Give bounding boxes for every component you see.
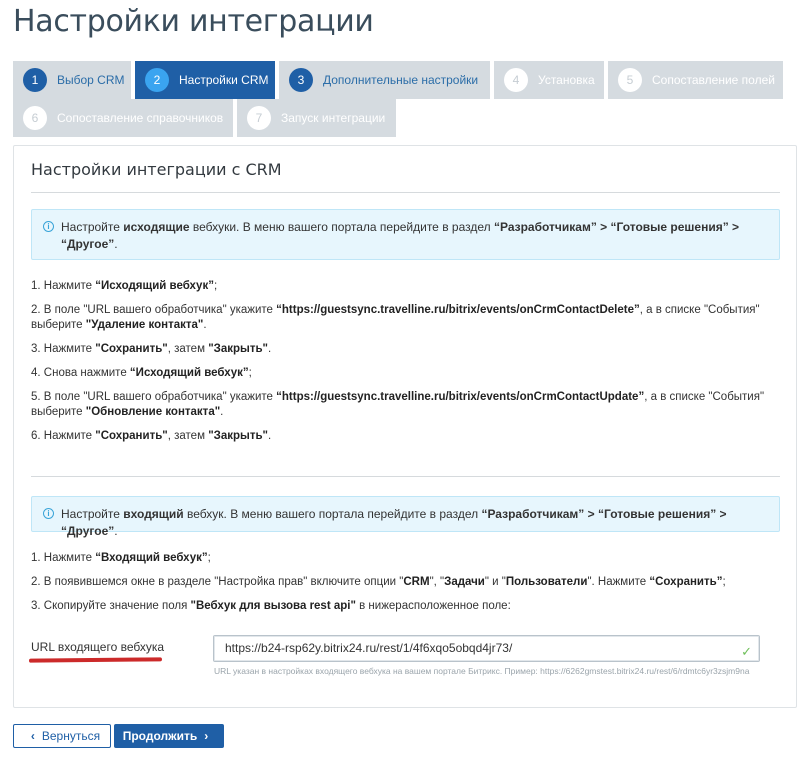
- step-crm-selection[interactable]: 1 Выбор CRM: [13, 61, 131, 99]
- step-label: Дополнительные настройки: [323, 73, 479, 87]
- info-text: Настройте: [61, 220, 124, 234]
- outgoing-webhook-info: i Настройте исходящие вебхуки. В меню ва…: [31, 209, 780, 260]
- info-icon: i: [43, 508, 54, 519]
- divider: [31, 476, 780, 477]
- webhook-url-value: https://b24-rsp62y.bitrix24.ru/rest/1/4f…: [225, 641, 513, 655]
- list-item: 3. Скопируйте значение поля "Вебхук для …: [31, 600, 511, 612]
- list-item: 1. Нажмите “Входящий вебхук”;: [31, 552, 211, 564]
- step-number: 3: [289, 68, 313, 92]
- back-button[interactable]: ‹ Вернуться: [13, 724, 111, 748]
- panel-title: Настройки интеграции с CRM: [31, 160, 282, 179]
- step-label: Сопоставление полей: [652, 73, 775, 87]
- step-crm-settings[interactable]: 2 Настройки CRM: [135, 61, 275, 99]
- step-field-mapping[interactable]: 5 Сопоставление полей: [608, 61, 783, 99]
- list-item: 2. В поле "URL вашего обработчика" укажи…: [31, 304, 760, 331]
- check-icon: ✓: [741, 644, 752, 659]
- webhook-url-hint: URL указан в настройках входящего вебхук…: [214, 666, 750, 676]
- incoming-steps-list: 1. Нажмите “Входящий вебхук”; 2. В появи…: [31, 551, 791, 623]
- chevron-left-icon: ‹: [30, 729, 35, 743]
- step-launch-integration[interactable]: 7 Запуск интеграции: [237, 99, 396, 137]
- list-item: 4. Снова нажмите “Исходящий вебхук”;: [31, 367, 252, 379]
- step-directory-mapping[interactable]: 6 Сопоставление справочников: [13, 99, 233, 137]
- info-text-bold: входящий: [123, 507, 184, 521]
- step-number: 6: [23, 106, 47, 130]
- step-number: 5: [618, 68, 642, 92]
- step-label: Выбор CRM: [57, 73, 125, 87]
- crm-settings-panel: Настройки интеграции с CRM i Настройте и…: [13, 145, 797, 708]
- step-label: Запуск интеграции: [281, 111, 386, 125]
- step-label: Сопоставление справочников: [57, 111, 224, 125]
- incoming-webhook-info: i Настройте входящий вебхук. В меню ваше…: [31, 496, 780, 538]
- step-number: 2: [145, 68, 169, 92]
- info-text: .: [114, 237, 118, 251]
- list-item: 6. Нажмите "Сохранить", затем "Закрыть".: [31, 430, 272, 442]
- page-title: Настройки интеграции: [13, 4, 374, 39]
- list-item: 3. Нажмите "Сохранить", затем "Закрыть".: [31, 343, 272, 355]
- info-text: Настройте: [61, 507, 124, 521]
- list-item: 1. Нажмите “Исходящий вебхук”;: [31, 280, 218, 292]
- step-additional-settings[interactable]: 3 Дополнительные настройки: [279, 61, 490, 99]
- back-button-label: Вернуться: [41, 729, 101, 743]
- list-item: 5. В поле "URL вашего обработчика" укажи…: [31, 391, 765, 418]
- step-label: Установка: [538, 73, 595, 87]
- info-text: вебхуки. В меню вашего портала перейдите…: [189, 220, 494, 234]
- webhook-url-label: URL входящего вебхука: [31, 640, 165, 654]
- step-installation[interactable]: 4 Установка: [494, 61, 604, 99]
- outgoing-steps-list: 1. Нажмите “Исходящий вебхук”; 2. В поле…: [31, 279, 791, 453]
- list-item: 2. В появившемся окне в разделе "Настрой…: [31, 576, 726, 588]
- divider: [31, 192, 780, 193]
- webhook-url-input[interactable]: https://b24-rsp62y.bitrix24.ru/rest/1/4f…: [213, 635, 760, 662]
- step-label: Настройки CRM: [179, 73, 269, 87]
- chevron-right-icon: ›: [204, 729, 209, 743]
- step-number: 1: [23, 68, 47, 92]
- continue-button-label: Продолжить: [122, 729, 198, 743]
- info-text-bold: исходящие: [123, 220, 190, 234]
- info-icon: i: [43, 221, 54, 232]
- red-underline-annotation: [28, 657, 163, 663]
- continue-button[interactable]: Продолжить ›: [114, 724, 224, 748]
- info-text: .: [114, 524, 118, 538]
- info-text: вебхук. В меню вашего портала перейдите …: [183, 507, 482, 521]
- step-number: 7: [247, 106, 271, 130]
- step-number: 4: [504, 68, 528, 92]
